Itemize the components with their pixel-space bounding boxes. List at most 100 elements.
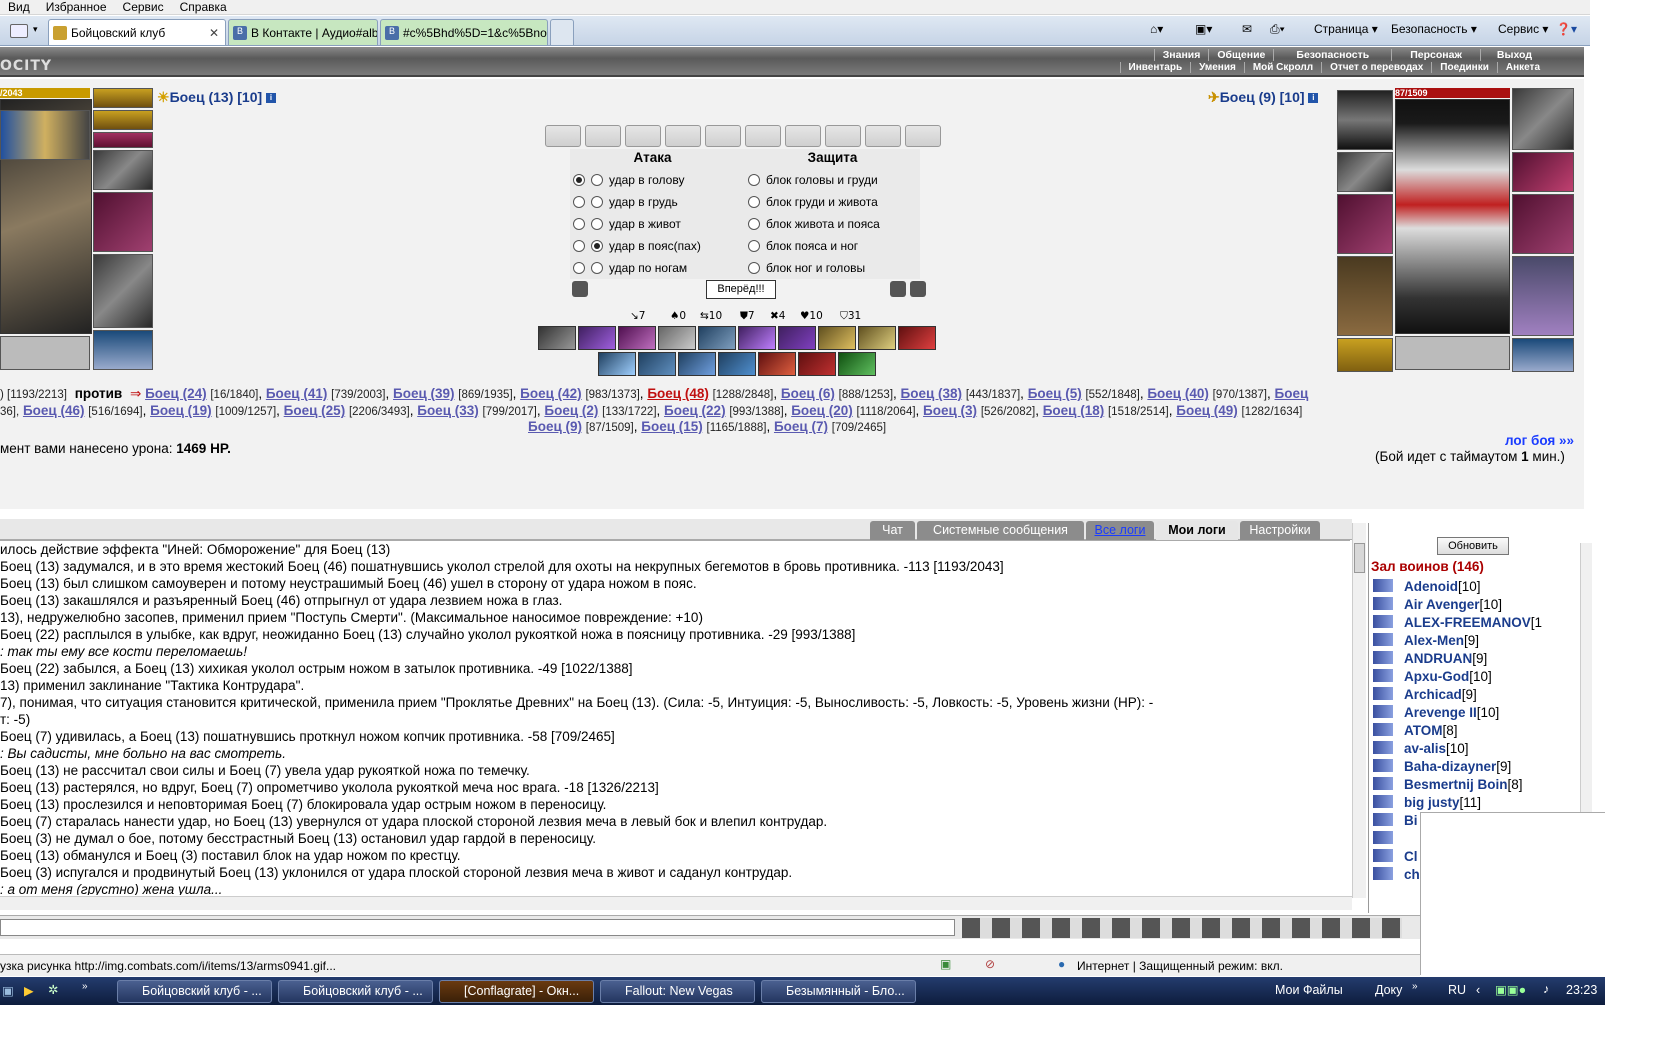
refresh-button[interactable]: Обновить <box>1437 537 1509 555</box>
block-radio-legs-head[interactable] <box>748 262 760 274</box>
skill-button[interactable] <box>818 326 856 350</box>
spell-slot[interactable] <box>665 125 701 147</box>
language-indicator[interactable]: RU <box>1448 983 1466 997</box>
enemy-link[interactable]: Боец (46) <box>23 403 85 418</box>
enemy-link[interactable]: Боец (5) <box>1028 386 1082 401</box>
tab-list-chevron-icon[interactable]: ▾ <box>33 24 43 38</box>
chat-input[interactable] <box>0 919 955 936</box>
roster-player[interactable]: Archicad[9] <box>1404 687 1477 702</box>
enemy-link[interactable]: Боец (49) <box>1176 403 1238 418</box>
quick-launch-chevron-icon[interactable]: » <box>82 981 88 992</box>
nav-social[interactable]: Общение <box>1208 49 1273 61</box>
print-icon[interactable]: ⎙▾ <box>1270 22 1285 37</box>
roster-player[interactable]: ALEX-FREEMANOV[1 <box>1404 615 1542 630</box>
skill-button[interactable] <box>698 326 736 350</box>
roster-player[interactable]: Apxu-God[10] <box>1404 669 1492 684</box>
belt-slot[interactable] <box>1337 338 1393 372</box>
info-icon[interactable]: i <box>1308 93 1319 104</box>
shield-icon[interactable] <box>890 281 906 297</box>
enemy-link[interactable]: Боец (39) <box>393 386 455 401</box>
roster-player[interactable]: Adenoid[10] <box>1404 579 1481 594</box>
enemy-link[interactable]: Боец (41) <box>266 386 328 401</box>
menu-favorites[interactable]: Избранное <box>46 0 107 14</box>
volume-icon[interactable]: ♪ <box>1543 982 1549 996</box>
roster-player[interactable]: Alex-Men[9] <box>1404 633 1479 648</box>
taskbar-item[interactable]: Fallout: New Vegas <box>600 980 755 1003</box>
tab-vkontakte[interactable]: B В Контакте | Аудио#albu... <box>228 19 378 45</box>
belt-items-slot[interactable] <box>0 110 90 160</box>
player-name[interactable]: ☀Боец (13) [10] i <box>157 89 277 106</box>
attack1-radio-chest[interactable] <box>573 196 585 208</box>
roster-player[interactable]: Besmertnij Boin[8] <box>1404 777 1523 792</box>
attack2-radio-belly[interactable] <box>591 218 603 230</box>
rings-slot[interactable] <box>93 132 153 148</box>
attack2-radio-waist[interactable] <box>591 240 603 252</box>
skill-button[interactable] <box>858 326 896 350</box>
roster-player[interactable]: ANDRUAN[9] <box>1404 651 1487 666</box>
enemy-link[interactable]: Боец (33) <box>417 403 479 418</box>
spell-slot[interactable] <box>705 125 741 147</box>
roster-player[interactable]: av-alis[10] <box>1404 741 1469 756</box>
enemy-link[interactable]: Боец (19) <box>150 403 212 418</box>
rings-slot-opponent[interactable] <box>1512 152 1574 192</box>
roster-player[interactable]: big justy[11] <box>1404 795 1481 810</box>
nav-security[interactable]: Безопасность <box>1273 49 1391 61</box>
toolbar-chevron-icon[interactable]: » <box>1412 981 1418 992</box>
nav-inventory[interactable]: Инвентарь <box>1119 62 1191 73</box>
gloves-slot[interactable] <box>93 150 153 190</box>
enemy-link[interactable]: Боец (7) <box>774 419 828 434</box>
nav-character[interactable]: Персонаж <box>1391 49 1480 61</box>
skill-button[interactable] <box>778 326 816 350</box>
tab-system-messages[interactable]: Системные сообщения <box>917 521 1084 540</box>
bracers-slot[interactable] <box>1337 152 1393 192</box>
taskbar-item[interactable]: Бойцовский клуб - ... <box>278 980 433 1003</box>
boots-slot[interactable] <box>93 330 153 370</box>
attack2-radio-legs[interactable] <box>591 262 603 274</box>
nav-scroll[interactable]: Мой Скролл <box>1243 62 1321 73</box>
roster-player[interactable]: Cl <box>1404 849 1418 864</box>
roster-player[interactable]: Baha-dizayner[9] <box>1404 759 1511 774</box>
enemy-link[interactable]: Боец (15) <box>641 419 703 434</box>
tab-vk-url[interactable]: B #c%5Bhd%5D=1&c%5Bno... <box>380 19 548 45</box>
enemy-link[interactable]: Боец (38) <box>901 386 963 401</box>
skill-button[interactable] <box>798 352 836 376</box>
skill-button[interactable] <box>618 326 656 350</box>
tray-icons[interactable]: ▣▣● <box>1495 982 1526 997</box>
helmet-slot[interactable] <box>1337 90 1393 150</box>
skill-button[interactable] <box>638 352 676 376</box>
taskbar-item[interactable]: Бойцовский клуб - ... <box>117 980 272 1003</box>
battle-log-link[interactable]: лог боя »» <box>1505 433 1574 449</box>
enemy-link[interactable]: Боец (6) <box>781 386 835 401</box>
spell-slot[interactable] <box>585 125 621 147</box>
amulet-slot-opponent[interactable] <box>1512 88 1574 150</box>
show-desktop-icon[interactable]: ▣ <box>2 983 14 998</box>
armor-slot[interactable] <box>1337 256 1393 336</box>
spell-slot[interactable] <box>865 125 901 147</box>
enemy-link[interactable]: Боец (3) <box>923 403 977 418</box>
spell-slot[interactable] <box>825 125 861 147</box>
enemy-link[interactable]: Боец (20) <box>791 403 853 418</box>
nav-duels[interactable]: Поединки <box>1431 62 1497 73</box>
enemy-link[interactable]: Боец (9) <box>528 419 582 434</box>
spell-slot[interactable] <box>625 125 661 147</box>
attack1-radio-head[interactable] <box>573 174 585 186</box>
skill-button[interactable] <box>898 326 936 350</box>
enemy-link[interactable]: Боец (40) <box>1147 386 1209 401</box>
weapon-slot[interactable] <box>93 192 153 252</box>
tab-fight-club[interactable]: Бойцовский клуб ✕ <box>48 19 226 45</box>
enemy-link[interactable]: Боец (22) <box>664 403 726 418</box>
boots-slot-opponent[interactable] <box>1512 338 1574 372</box>
shield-icon[interactable] <box>910 281 926 297</box>
nav-exit[interactable]: Выход <box>1479 49 1548 61</box>
close-tab-icon[interactable]: ✕ <box>209 26 219 40</box>
clock[interactable]: 23:23 <box>1566 983 1597 997</box>
page-menu[interactable]: Страница ▾ <box>1314 22 1378 36</box>
opponent-name[interactable]: ✈Боец (9) [10] i <box>1208 89 1319 106</box>
nav-skills[interactable]: Умения <box>1190 62 1244 73</box>
security-menu[interactable]: Безопасность ▾ <box>1391 22 1477 36</box>
attack1-radio-legs[interactable] <box>573 262 585 274</box>
docs-toolbar[interactable]: Доку <box>1375 983 1402 997</box>
empty-runes-slot[interactable] <box>0 336 90 370</box>
skill-button[interactable] <box>838 352 876 376</box>
spell-slot[interactable] <box>745 125 781 147</box>
